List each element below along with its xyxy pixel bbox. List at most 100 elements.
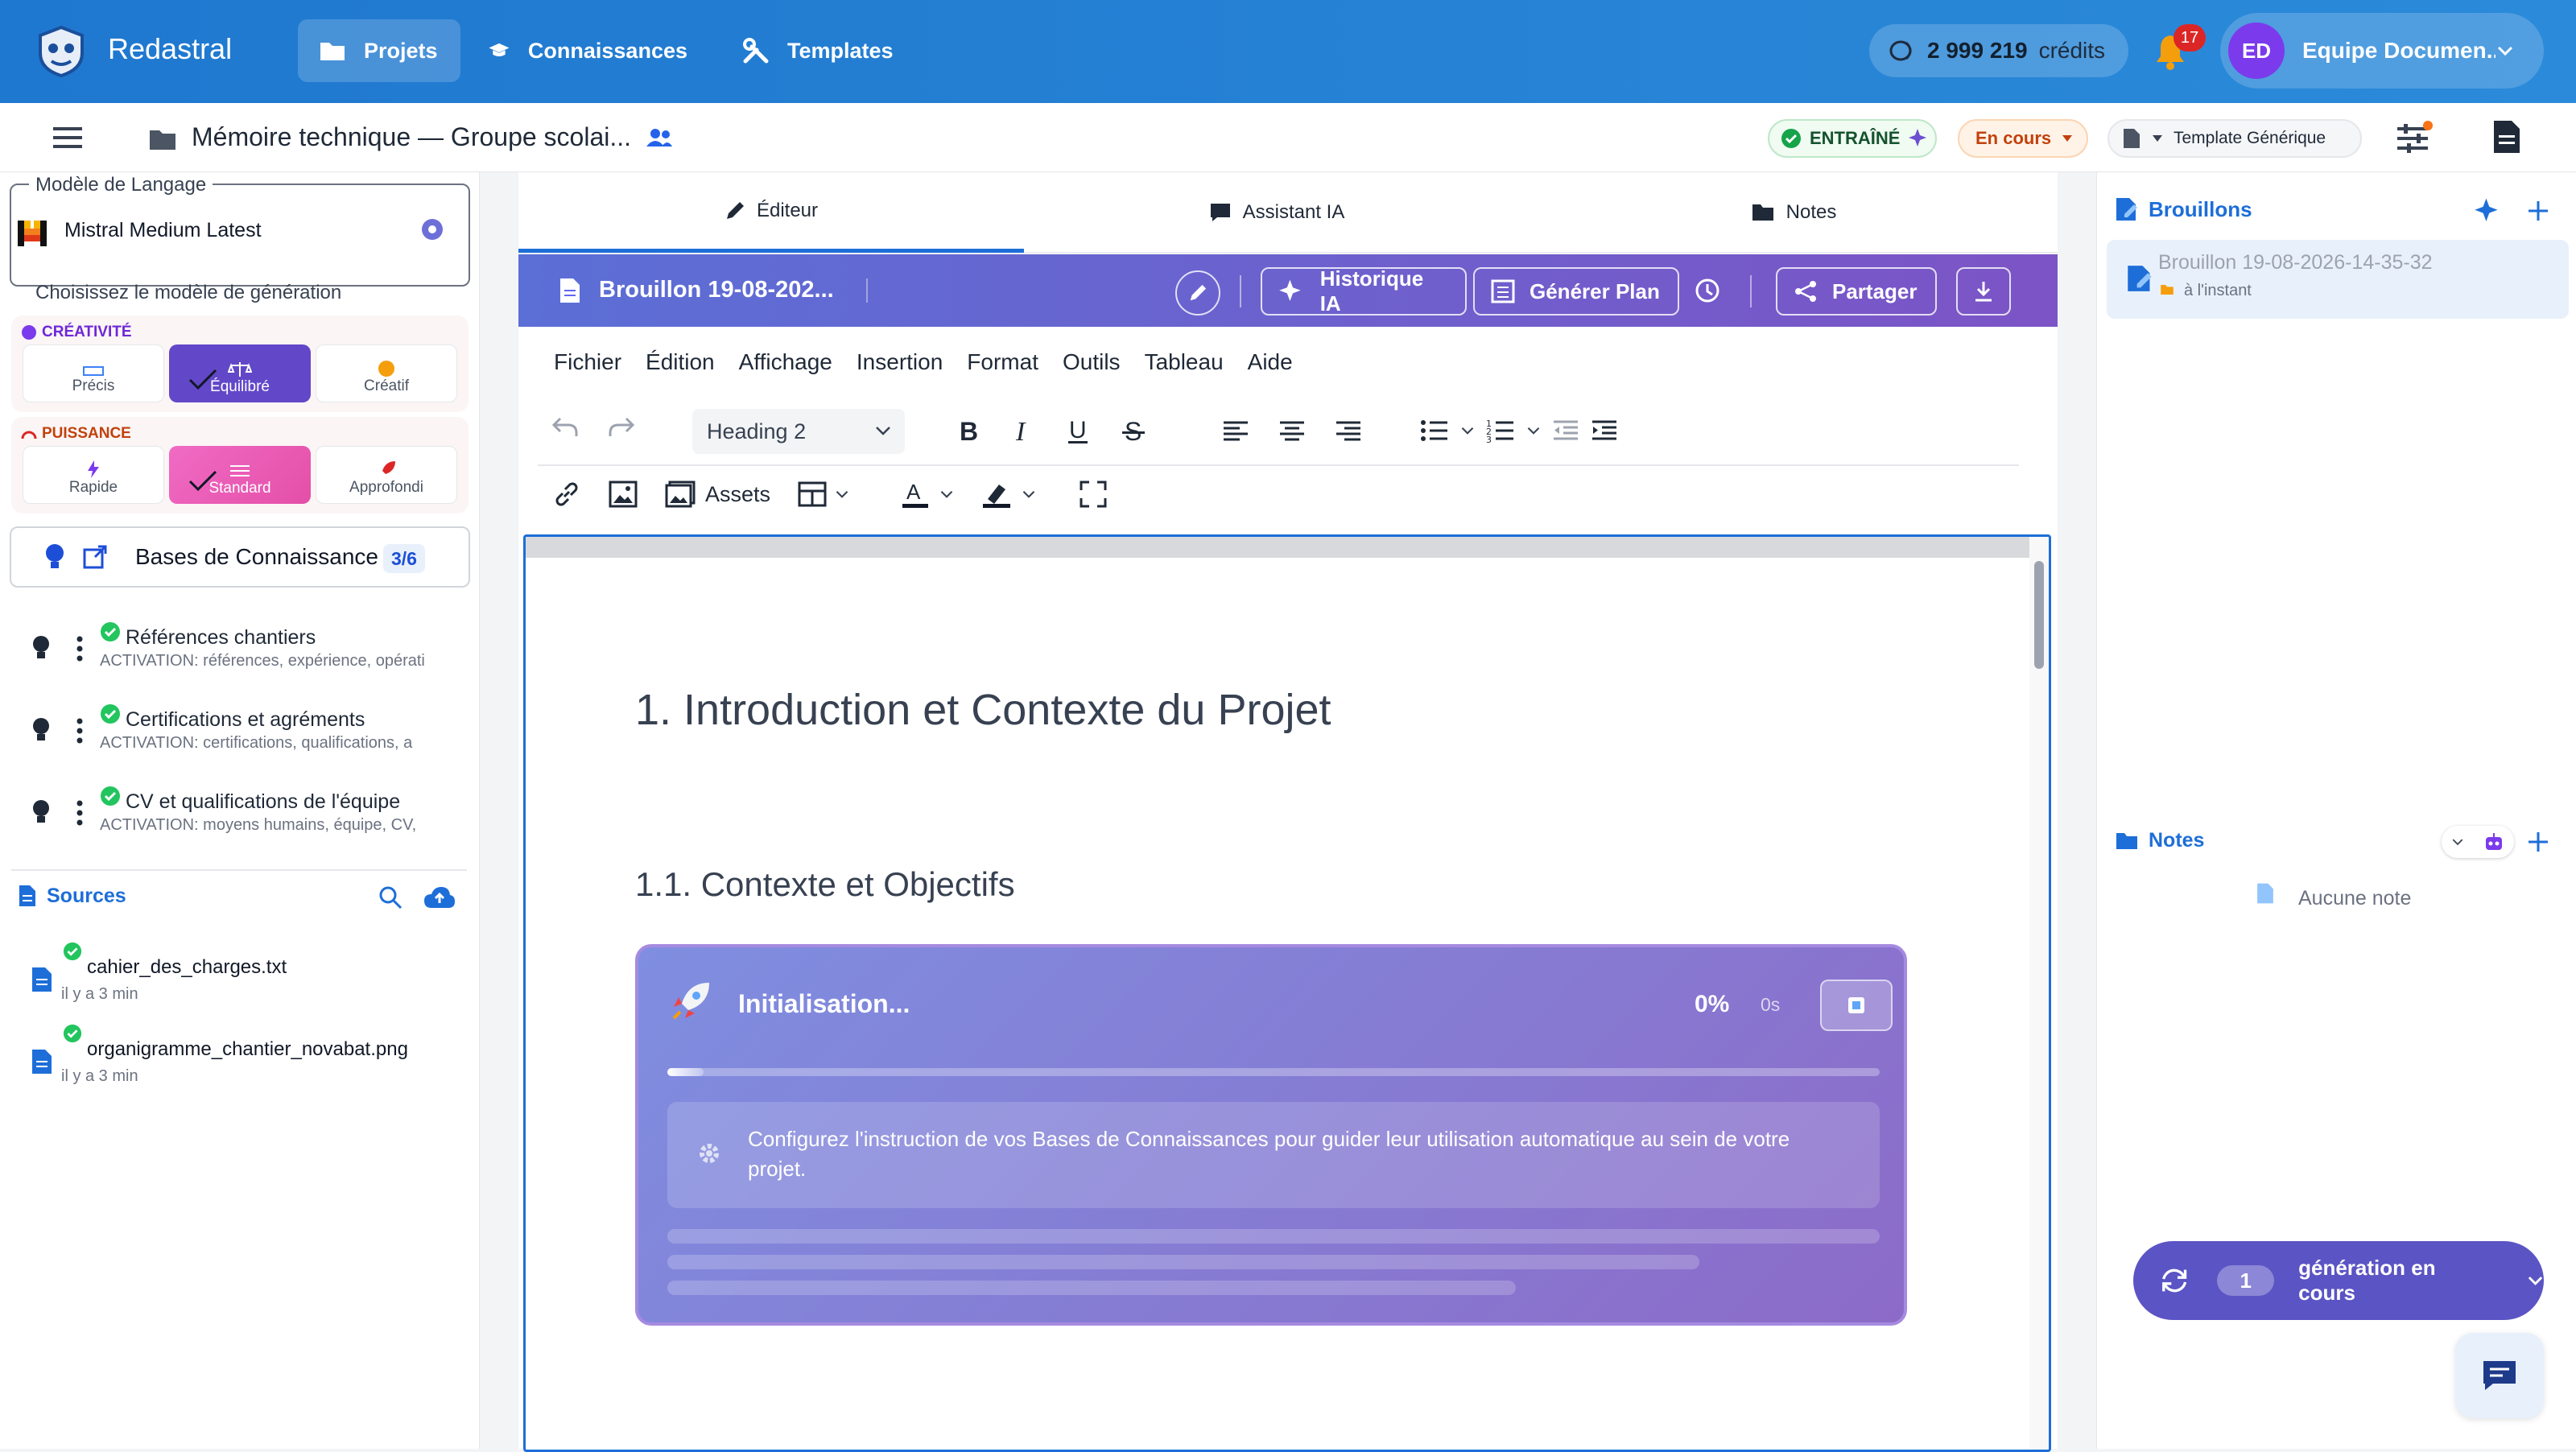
- source-item[interactable]: cahier_des_charges.txt il y a 3 min: [0, 942, 480, 1014]
- document-title[interactable]: Brouillon 19-08-202...: [599, 277, 834, 303]
- highlight-color-button[interactable]: [981, 480, 1036, 509]
- creativity-option-precis[interactable]: Précis: [23, 344, 164, 402]
- history-clock-icon[interactable]: [1694, 277, 1721, 304]
- outdent-icon[interactable]: [1552, 419, 1579, 442]
- align-left-icon[interactable]: [1222, 420, 1249, 443]
- top-navbar: Redastral Projets Connaissances Template…: [0, 0, 2576, 103]
- underline-icon[interactable]: U: [1066, 417, 1090, 444]
- chevron-down-icon[interactable]: [1460, 426, 1475, 435]
- generate-plan-button[interactable]: Générer Plan: [1473, 267, 1679, 316]
- sparkles-icon[interactable]: [2474, 196, 2503, 225]
- cloud-upload-icon[interactable]: [423, 885, 456, 910]
- image-icon[interactable]: [609, 481, 638, 508]
- menu-item[interactable]: Outils: [1063, 349, 1121, 375]
- highlighter-icon: [983, 485, 1011, 508]
- menu-item[interactable]: Affichage: [739, 349, 832, 375]
- caret-down-icon: [2153, 135, 2162, 142]
- numbered-list-icon[interactable]: 123: [1486, 419, 1515, 443]
- share-button[interactable]: Partager: [1776, 267, 1937, 316]
- nav-tab-connaissances[interactable]: Connaissances: [467, 19, 708, 82]
- hamburger-menu-icon[interactable]: [52, 124, 84, 151]
- list-item[interactable]: Références chantiers ACTIVATION: référen…: [0, 620, 480, 684]
- list-item[interactable]: CV et qualifications de l'équipe ACTIVAT…: [0, 784, 480, 848]
- editor-content[interactable]: 1. Introduction et Contexte du Projet 1.…: [523, 534, 2051, 1452]
- plus-icon[interactable]: [2527, 831, 2549, 853]
- tab-assistant-ia[interactable]: Assistant IA: [1024, 172, 1530, 253]
- generations-in-progress-button[interactable]: 1 génération en cours: [2133, 1241, 2544, 1320]
- source-time: il y a 3 min: [61, 1067, 138, 1085]
- chevron-down-icon[interactable]: [1526, 426, 1541, 435]
- italic-icon[interactable]: I: [1011, 418, 1035, 443]
- table-button[interactable]: [798, 481, 849, 507]
- indent-icon[interactable]: [1591, 419, 1618, 442]
- heading-1[interactable]: 1. Introduction et Contexte du Projet: [635, 685, 1331, 735]
- stop-generation-button[interactable]: [1820, 980, 1893, 1031]
- project-title[interactable]: Mémoire technique — Groupe scolai...: [192, 122, 631, 152]
- notes-filter-dropdown[interactable]: [2442, 826, 2514, 858]
- ai-history-button[interactable]: Historique IA: [1261, 266, 1467, 316]
- menu-item[interactable]: Insertion: [857, 349, 943, 375]
- power-option-rapide[interactable]: Rapide: [23, 446, 164, 504]
- nav-tab-projets[interactable]: Projets: [298, 19, 460, 82]
- align-center-icon[interactable]: [1278, 420, 1306, 443]
- tab-notes[interactable]: Notes: [1530, 172, 2058, 253]
- document-export-icon[interactable]: [2492, 119, 2521, 155]
- lightbulb-icon[interactable]: [31, 716, 52, 744]
- plus-icon[interactable]: [2527, 200, 2549, 222]
- lightbulb-icon[interactable]: [31, 634, 52, 662]
- model-selector[interactable]: Mistral Medium Latest: [10, 184, 470, 287]
- brand-name[interactable]: Redastral: [108, 32, 232, 66]
- redo-icon[interactable]: [607, 415, 636, 439]
- lightbulb-icon[interactable]: [31, 798, 52, 826]
- skeleton-line: [667, 1255, 1699, 1269]
- undo-icon[interactable]: [551, 415, 580, 439]
- credits-counter[interactable]: 2 999 219 crédits: [1869, 24, 2128, 77]
- list-item[interactable]: Certifications et agréments ACTIVATION: …: [0, 702, 480, 766]
- settings-sliders-icon[interactable]: [2396, 121, 2433, 156]
- bold-icon[interactable]: B: [956, 418, 980, 443]
- strikethrough-icon[interactable]: S: [1121, 418, 1146, 443]
- generation-status: Initialisation...: [738, 989, 910, 1018]
- more-vertical-icon[interactable]: [76, 636, 84, 662]
- more-vertical-icon[interactable]: [76, 718, 84, 744]
- bullet-list-icon[interactable]: [1420, 419, 1449, 443]
- knowledge-bases-button[interactable]: Bases de Connaissance 3/6: [10, 526, 470, 588]
- block-format-select[interactable]: Heading 2: [692, 409, 905, 454]
- refresh-icon: [2162, 1268, 2187, 1293]
- nav-tab-templates[interactable]: Templates: [721, 19, 914, 82]
- draft-item[interactable]: Brouillon 19-08-2026-14-35-32 à l'instan…: [2107, 240, 2569, 319]
- editor-area: Éditeur Assistant IA Notes Brouillon 19-…: [518, 172, 2058, 1452]
- menu-item[interactable]: Format: [967, 349, 1038, 375]
- power-option-approfondi[interactable]: Approfondi: [316, 446, 457, 504]
- check-icon: [188, 470, 217, 492]
- brain-settings-icon[interactable]: [419, 216, 446, 243]
- more-vertical-icon[interactable]: [76, 800, 84, 826]
- text-color-button[interactable]: A: [901, 480, 954, 509]
- menu-item[interactable]: Aide: [1248, 349, 1293, 375]
- heading-2[interactable]: 1.1. Contexte et Objectifs: [635, 865, 1015, 904]
- align-right-icon[interactable]: [1335, 420, 1362, 443]
- template-selector[interactable]: Template Générique: [2107, 119, 2362, 158]
- menu-item[interactable]: Édition: [646, 349, 715, 375]
- source-item[interactable]: organigramme_chantier_novabat.png il y a…: [0, 1024, 480, 1096]
- download-button[interactable]: [1956, 267, 2011, 316]
- scrollbar-thumb[interactable]: [2034, 561, 2044, 669]
- robot-icon: [2486, 833, 2502, 850]
- assets-button[interactable]: Assets: [665, 481, 770, 508]
- redastral-logo-icon[interactable]: [35, 24, 87, 79]
- shared-users-icon[interactable]: [646, 127, 673, 148]
- search-icon[interactable]: [378, 885, 402, 910]
- check-circle-icon: [63, 942, 82, 961]
- chat-support-button[interactable]: [2455, 1333, 2544, 1418]
- fullscreen-icon[interactable]: [1080, 481, 1107, 508]
- menu-item[interactable]: Fichier: [554, 349, 621, 375]
- creativity-option-creatif[interactable]: Créatif: [316, 344, 457, 402]
- menu-item[interactable]: Tableau: [1145, 349, 1224, 375]
- user-menu[interactable]: ED Equipe Documen...: [2220, 13, 2544, 89]
- chevron-down-icon: [940, 491, 953, 498]
- tab-editeur[interactable]: Éditeur: [518, 172, 1024, 253]
- project-status-dropdown[interactable]: En cours: [1958, 119, 2088, 158]
- link-icon[interactable]: [552, 480, 581, 509]
- rename-button[interactable]: [1175, 270, 1220, 316]
- scrollbar-track[interactable]: [2029, 537, 2049, 1450]
